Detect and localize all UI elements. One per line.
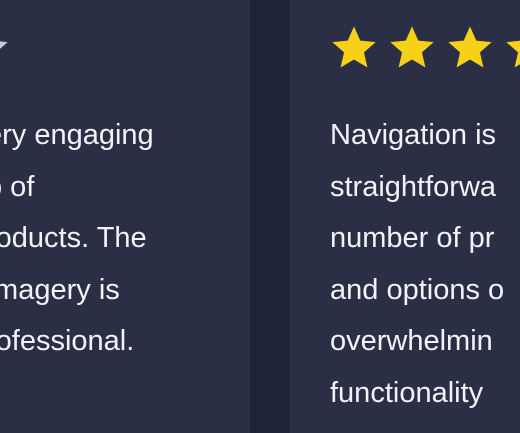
review-text: ery engaging b of roducts. The Imagery i… — [0, 119, 154, 357]
star-filled-icon — [332, 26, 376, 68]
star-rating — [0, 22, 12, 74]
star-partial-icon — [506, 40, 520, 68]
star-rating — [328, 22, 520, 74]
review-card: ery engaging b of roducts. The Imagery i… — [0, 0, 250, 433]
star-filled-icon — [448, 26, 492, 68]
review-text: Navigation is straightforwa number of pr… — [330, 119, 505, 409]
review-carousel: ery engaging b of roducts. The Imagery i… — [0, 0, 520, 433]
star-filled-icon — [390, 26, 434, 68]
review-card: Navigation is straightforwa number of pr… — [290, 0, 520, 433]
star-empty-icon — [0, 41, 8, 49]
